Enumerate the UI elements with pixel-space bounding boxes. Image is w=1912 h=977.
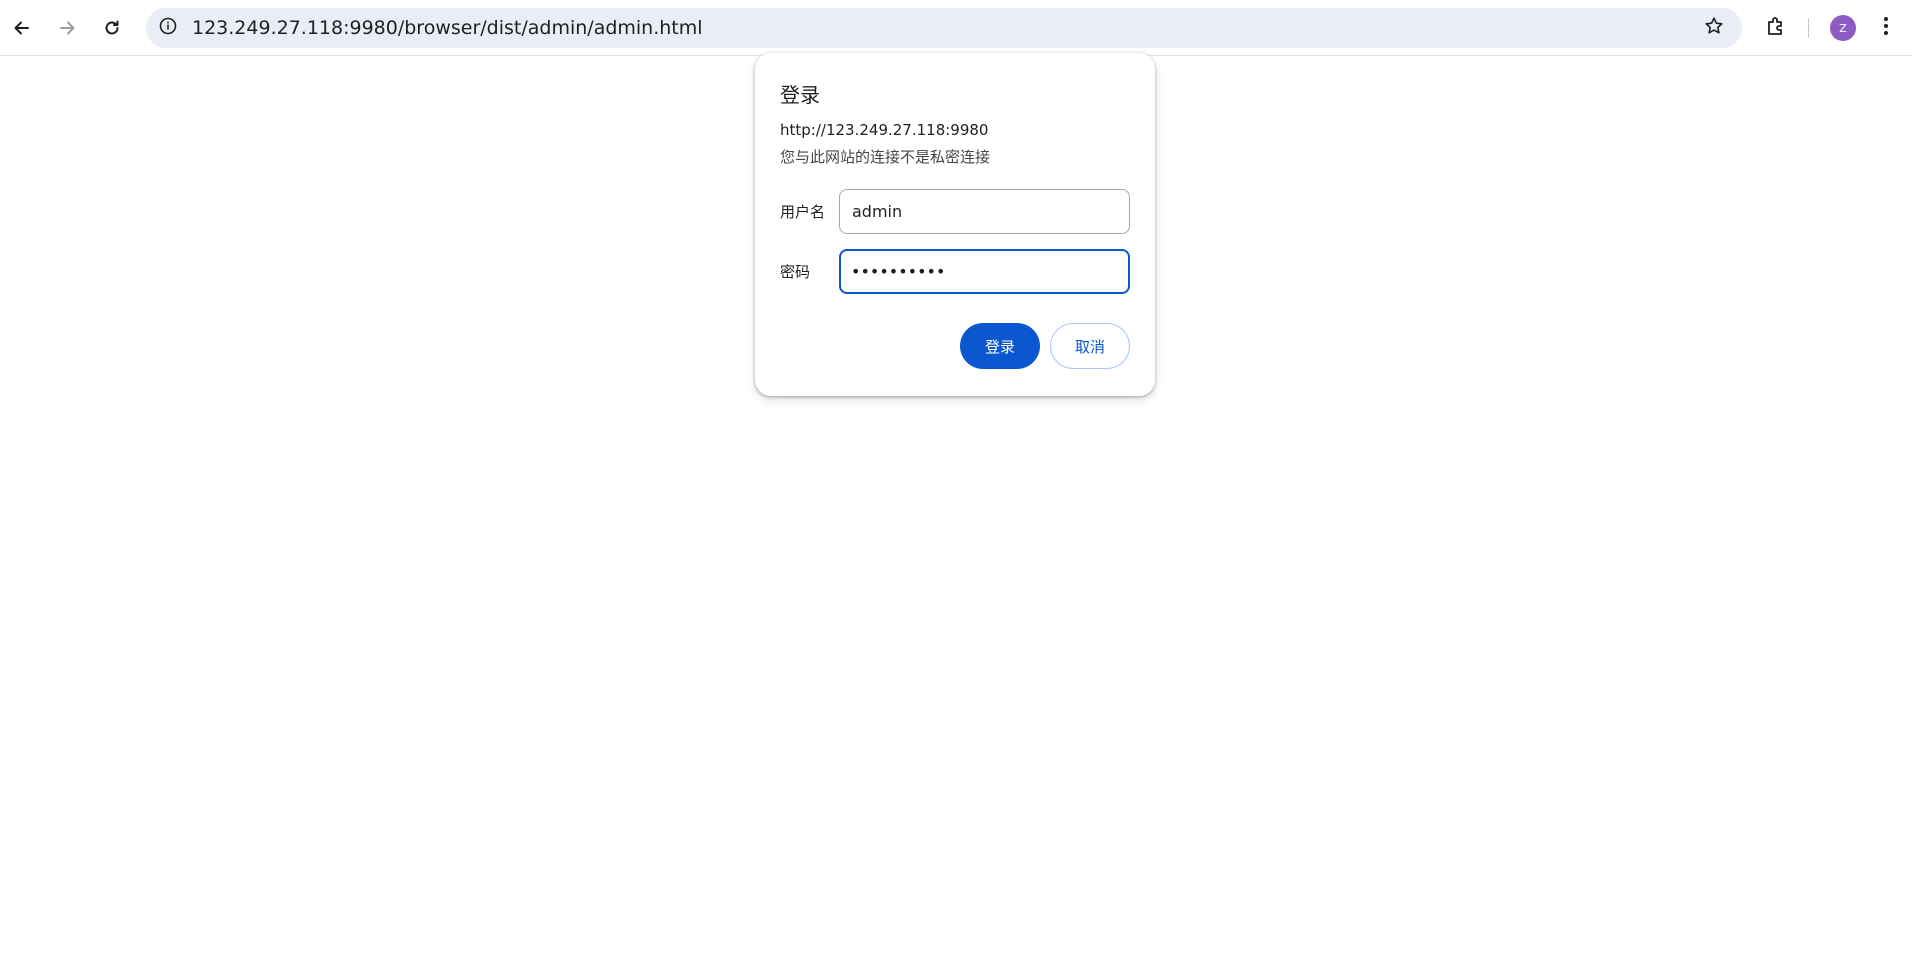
address-bar[interactable]: 123.249.27.118:9980/browser/dist/admin/a… <box>146 8 1742 48</box>
password-mask: •••••••••• <box>851 262 946 281</box>
puzzle-icon <box>1765 15 1787 41</box>
dialog-title: 登录 <box>780 83 820 107</box>
dialog-origin: http://123.249.27.118:9980 <box>780 121 989 139</box>
back-button[interactable] <box>4 10 40 46</box>
password-label: 密码 <box>780 263 811 281</box>
toolbar-divider <box>1808 18 1809 38</box>
username-label: 用户名 <box>780 203 826 221</box>
site-info-button[interactable] <box>153 13 183 43</box>
browser-toolbar: 123.249.27.118:9980/browser/dist/admin/a… <box>0 0 1912 56</box>
profile-avatar[interactable]: Z <box>1830 15 1856 41</box>
url-text[interactable]: 123.249.27.118:9980/browser/dist/admin/a… <box>192 8 703 48</box>
login-dialog: 登录 http://123.249.27.118:9980 您与此网站的连接不是… <box>755 53 1155 396</box>
info-icon <box>159 17 177 39</box>
extensions-button[interactable] <box>1758 10 1794 46</box>
kebab-menu-icon <box>1883 16 1889 40</box>
arrow-right-icon <box>57 18 77 38</box>
reload-icon <box>102 18 122 38</box>
username-field[interactable] <box>839 189 1130 234</box>
dialog-warning: 您与此网站的连接不是私密连接 <box>780 148 991 166</box>
bookmark-button[interactable] <box>1700 14 1728 42</box>
reload-button[interactable] <box>94 10 130 46</box>
forward-button[interactable] <box>49 10 85 46</box>
star-icon <box>1704 16 1724 40</box>
browser-menu-button[interactable] <box>1872 10 1900 46</box>
cancel-button[interactable]: 取消 <box>1050 323 1130 369</box>
login-button[interactable]: 登录 <box>960 323 1040 369</box>
arrow-left-icon <box>12 18 32 38</box>
